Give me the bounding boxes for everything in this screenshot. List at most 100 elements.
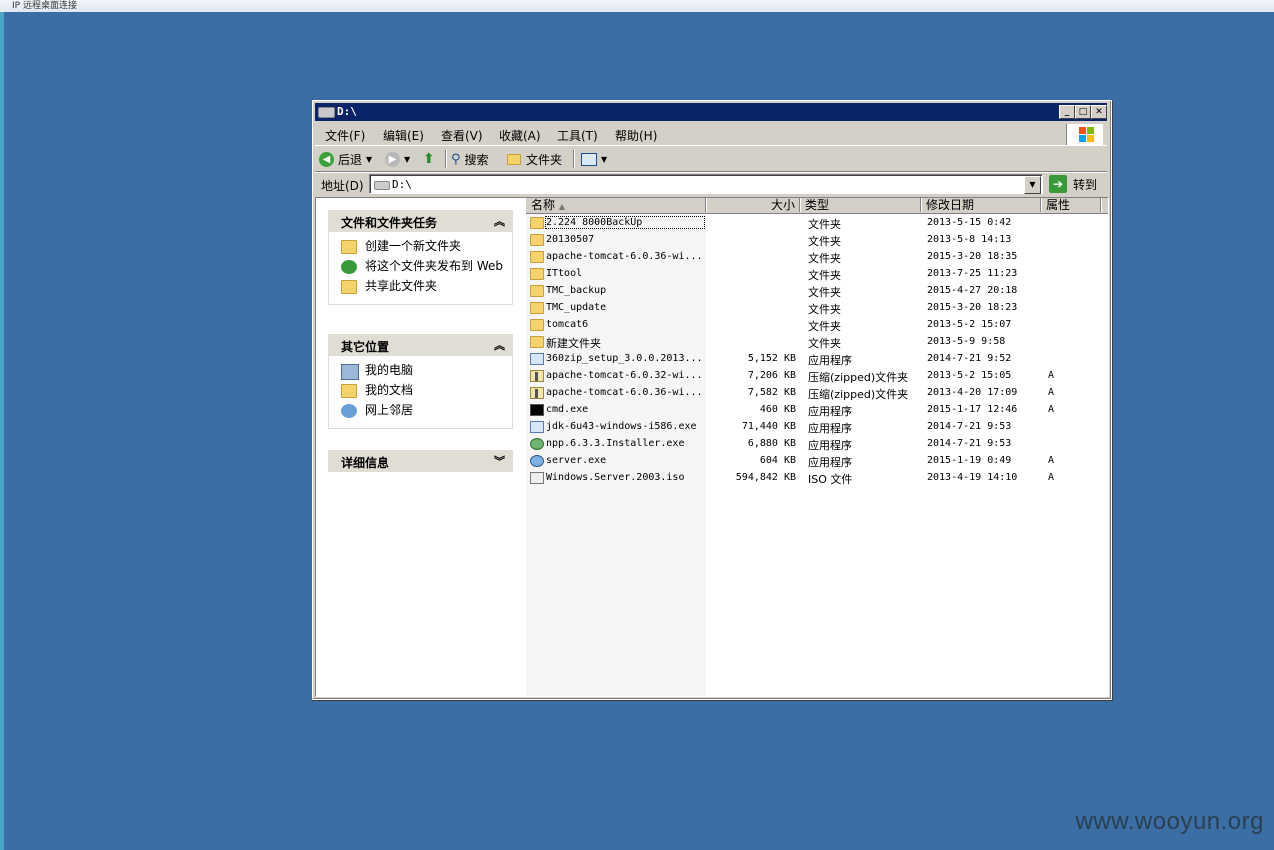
file-row[interactable]: npp.6.3.3.Installer.exe 6,880 KB 应用程序 2014-… <box>526 436 1108 453</box>
menu-help[interactable]: 帮助(H) <box>615 127 657 144</box>
file-row[interactable]: tomcat6 文件夹 2013-5-2 15:07 <box>526 317 1108 334</box>
column-attributes[interactable]: 属性 <box>1041 198 1101 212</box>
other-places-header[interactable]: 其它位置 ︽ <box>328 334 513 356</box>
zip-icon <box>530 387 544 399</box>
file-modified: 2013-5-2 15:05 <box>927 370 1012 381</box>
task-new-folder[interactable]: 创建一个新文件夹 <box>329 238 512 258</box>
file-size: 5,152 KB <box>747 353 796 364</box>
column-size[interactable]: 大小 <box>706 198 800 212</box>
folder-icon <box>530 251 544 263</box>
file-row[interactable]: cmd.exe 460 KB 应用程序 2015-1-17 12:46 A <box>526 402 1108 419</box>
file-type: 应用程序 <box>808 439 852 452</box>
file-modified: 2015-1-17 12:46 <box>927 404 1018 415</box>
disk-icon <box>530 455 544 467</box>
file-modified: 2014-7-21 9:52 <box>927 353 1012 364</box>
go-label: 转到 <box>1073 177 1098 192</box>
close-button[interactable]: ✕ <box>1091 105 1107 119</box>
search-button[interactable]: ⚲ 搜索 <box>451 150 489 168</box>
file-name: 新建文件夹 <box>546 337 601 350</box>
chevron-down-icon: ▼ <box>404 154 411 164</box>
file-tasks-header[interactable]: 文件和文件夹任务 ︽ <box>328 210 513 232</box>
file-type: 应用程序 <box>808 456 852 469</box>
file-row[interactable]: ITtool 文件夹 2013-7-25 11:23 <box>526 266 1108 283</box>
folder-icon <box>530 336 544 348</box>
menu-tools[interactable]: 工具(T) <box>557 127 598 144</box>
task-label: 将这个文件夹发布到 Web <box>365 259 503 273</box>
file-modified: 2013-5-8 14:13 <box>927 234 1012 245</box>
address-dropdown-button[interactable]: ▼ <box>1024 176 1041 194</box>
drive-icon <box>318 107 335 118</box>
back-button[interactable]: ◀ 后退 ▼ <box>319 150 372 168</box>
file-row[interactable]: server.exe 604 KB 应用程序 2015-1-19 0:49 A <box>526 453 1108 470</box>
file-row[interactable]: apache-tomcat-6.0.32-wi... 7,206 KB 压缩(zip… <box>526 368 1108 385</box>
file-row[interactable]: Windows.Server.2003.iso 594,842 KB ISO 文件 2… <box>526 470 1108 487</box>
file-row[interactable]: jdk-6u43-windows-i586.exe 71,440 KB 应用程序 20… <box>526 419 1108 436</box>
file-modified: 2014-7-21 9:53 <box>927 438 1012 449</box>
menu-bar: 文件(F) 编辑(E) 查看(V) 收藏(A) 工具(T) 帮助(H) <box>315 123 1107 146</box>
menu-edit[interactable]: 编辑(E) <box>383 127 424 144</box>
computer-icon <box>341 364 359 380</box>
place-my-documents[interactable]: 我的文档 <box>329 382 512 402</box>
file-tasks-panel: 文件和文件夹任务 ︽ 创建一个新文件夹 将这个文件夹发布到 Web 共享此文件夹 <box>328 210 513 305</box>
views-button[interactable]: ▼ <box>581 150 607 168</box>
file-type: 文件夹 <box>808 235 841 248</box>
file-name: server.exe <box>546 455 607 466</box>
search-icon: ⚲ <box>451 151 461 167</box>
file-type: 文件夹 <box>808 218 841 231</box>
place-my-computer[interactable]: 我的电脑 <box>329 362 512 382</box>
window-title: D:\ <box>337 105 357 118</box>
column-type[interactable]: 类型 <box>800 198 921 212</box>
file-type: 应用程序 <box>808 405 852 418</box>
installer-icon <box>530 353 544 365</box>
file-row[interactable]: 新建文件夹 文件夹 2013-5-9 9:58 <box>526 334 1108 351</box>
folder-icon <box>530 285 544 297</box>
file-modified: 2013-7-25 11:23 <box>927 268 1018 279</box>
menu-view[interactable]: 查看(V) <box>441 127 483 144</box>
file-row[interactable]: apache-tomcat-6.0.36-wi... 文件夹 2015-3-20 1… <box>526 249 1108 266</box>
up-folder-button[interactable]: ⬆ <box>423 150 435 168</box>
file-attributes: A <box>1048 455 1055 466</box>
search-label: 搜索 <box>464 152 489 167</box>
toolbar: ◀ 后退 ▼ ▶ ▼ ⬆ ⚲ 搜索 文件夹 ▼ <box>315 147 1107 172</box>
address-value: D:\ <box>392 178 412 191</box>
collapse-icon[interactable]: ︽ <box>494 213 505 229</box>
file-row[interactable]: 20130507 文件夹 2013-5-8 14:13 <box>526 232 1108 249</box>
minimize-button[interactable]: _ <box>1059 105 1075 119</box>
file-row[interactable]: TMC_backup 文件夹 2015-4-27 20:18 <box>526 283 1108 300</box>
explorer-window: D:\ _ □ ✕ 文件(F) 编辑(E) 查看(V) 收藏(A) 工具(T) … <box>312 100 1112 700</box>
documents-icon <box>341 384 357 398</box>
forward-button[interactable]: ▶ ▼ <box>385 150 410 168</box>
details-header[interactable]: 详细信息 ︾ <box>328 450 513 472</box>
place-network[interactable]: 网上邻居 <box>329 402 512 422</box>
file-size: 7,206 KB <box>747 370 796 381</box>
folder-icon <box>530 302 544 314</box>
window-titlebar[interactable]: D:\ _ □ ✕ <box>315 103 1107 121</box>
folders-button[interactable]: 文件夹 <box>507 150 562 168</box>
column-modified[interactable]: 修改日期 <box>921 198 1041 212</box>
toolbar-separator <box>445 150 447 168</box>
task-publish-web[interactable]: 将这个文件夹发布到 Web <box>329 258 512 278</box>
file-row[interactable]: TMC_update 文件夹 2015-3-20 18:23 <box>526 300 1108 317</box>
menu-favorites[interactable]: 收藏(A) <box>499 127 541 144</box>
column-name[interactable]: 名称 ▲ <box>526 198 706 212</box>
file-modified: 2015-3-20 18:23 <box>927 302 1018 313</box>
address-input[interactable]: D:\ ▼ <box>369 174 1043 194</box>
watermark: www.wooyun.org <box>1075 808 1264 835</box>
file-name: cmd.exe <box>546 404 589 415</box>
task-label: 共享此文件夹 <box>365 279 438 293</box>
collapse-icon[interactable]: ︽ <box>494 337 505 353</box>
file-row[interactable]: 360zip_setup_3.0.0.2013... 5,152 KB 应用程序 20… <box>526 351 1108 368</box>
go-button[interactable]: ➔ 转到 <box>1049 174 1097 194</box>
expand-icon[interactable]: ︾ <box>494 453 505 469</box>
file-row[interactable]: 2.224 8000BackUp 文件夹 2013-5-15 0:42 <box>526 215 1108 232</box>
cmd-icon <box>530 404 544 416</box>
details-title: 详细信息 <box>341 456 390 470</box>
task-label: 创建一个新文件夹 <box>365 239 462 253</box>
file-row[interactable]: apache-tomcat-6.0.36-wi... 7,582 KB 压缩(zip… <box>526 385 1108 402</box>
menu-file[interactable]: 文件(F) <box>325 127 365 144</box>
task-pane: 文件和文件夹任务 ︽ 创建一个新文件夹 将这个文件夹发布到 Web 共享此文件夹 <box>316 198 526 696</box>
maximize-button[interactable]: □ <box>1075 105 1091 119</box>
folder-icon <box>530 217 544 229</box>
task-share-folder[interactable]: 共享此文件夹 <box>329 278 512 298</box>
forward-arrow-icon: ▶ <box>385 151 400 167</box>
